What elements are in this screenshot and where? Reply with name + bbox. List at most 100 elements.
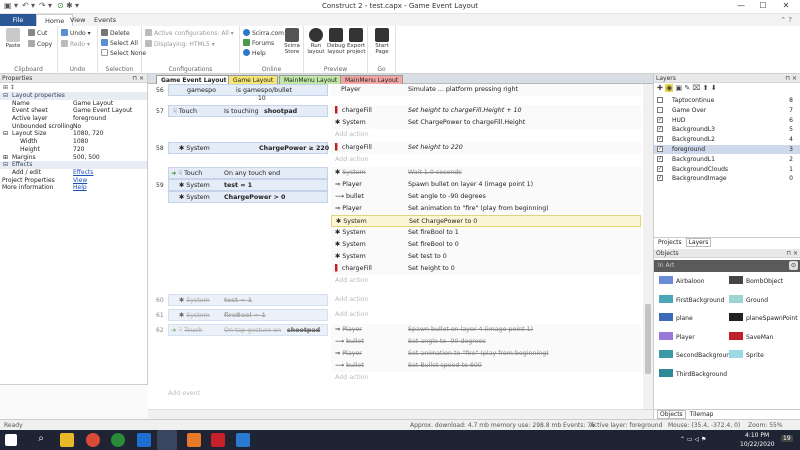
prop-margins[interactable]: ⊞ Margins 500, 500 <box>0 154 147 162</box>
event-59-action-2[interactable]: ⇒ Player Spawn bullet on layer 4 (image p… <box>331 179 641 191</box>
skype-icon[interactable] <box>236 433 250 447</box>
close-button[interactable]: ✕ <box>775 1 797 13</box>
add-action-link[interactable]: Add action <box>331 275 641 287</box>
prop-value[interactable]: Game Layout <box>73 100 113 108</box>
prop-active-layer[interactable]: Active layer foreground <box>0 115 147 123</box>
event-59-action-8[interactable]: ✱ System Set test to 0 <box>331 251 641 263</box>
prop-name[interactable]: Name Game Layout <box>0 100 147 108</box>
event-62-condition[interactable]: ➜ ☟ Touch On tap gesture on shootpad <box>168 324 328 336</box>
object-item[interactable]: Sprite <box>729 350 764 359</box>
layer-visible-checkbox[interactable]: ✓ <box>657 126 663 133</box>
add-action-link[interactable]: Add action <box>331 309 641 321</box>
tab-file[interactable]: File <box>0 14 36 26</box>
clock-date[interactable]: 10/22/2020 <box>740 441 775 448</box>
add-action-link[interactable]: Add action <box>331 372 641 384</box>
event-57-action-2[interactable]: ✱ System Set ChargePower to chargeFill.He… <box>331 117 641 129</box>
layer-visible-checkbox[interactable]: ✓ <box>657 175 663 182</box>
layer-row[interactable]: ✓ foreground 3 <box>654 145 800 154</box>
add-action-link[interactable]: Add action <box>331 294 641 306</box>
event-62-action-3[interactable]: ⇒ Player Set animation to "fire" (play fr… <box>331 348 641 360</box>
undo-button[interactable]: Undo ▾ <box>61 29 91 37</box>
event-61-condition[interactable]: ✱ System fireBool = 1 <box>168 309 328 321</box>
layer-visible-checkbox[interactable]: ✓ <box>657 165 663 172</box>
event-62-action-2[interactable]: ⟶ bullet Set angle to -90 degrees <box>331 336 641 348</box>
prop-width[interactable]: Width 1080 <box>0 138 147 146</box>
prop-value[interactable]: Game Event Layout <box>73 107 132 115</box>
prop-more-info[interactable]: More information Help <box>0 184 147 192</box>
object-item[interactable]: Player <box>659 331 695 341</box>
scroll-thumb[interactable] <box>645 304 651 374</box>
event-58-condition[interactable]: ✱ System ChargePower ≥ 220 <box>168 142 329 154</box>
add-event-link[interactable]: Add event <box>168 388 328 400</box>
object-item[interactable]: Airbaloon <box>659 276 705 285</box>
layer-row[interactable]: Game Over 7 <box>654 106 800 115</box>
prop-unbounded-scrolling[interactable]: Unbounded scrolling No <box>0 123 147 131</box>
layer-visible-checkbox[interactable]: ✓ <box>657 116 663 123</box>
section-effects[interactable]: ⊟ Effects <box>0 161 147 169</box>
layer-row[interactable]: Taptocontinue 8 <box>654 96 800 105</box>
objects-filter[interactable]: In Art ⊙ <box>654 260 800 272</box>
layer-row[interactable]: ✓ BackgroundL1 2 <box>654 155 800 164</box>
event-62-action-4[interactable]: ⟶ bullet Set Bullet speed to 600 <box>331 360 641 372</box>
edge-icon[interactable] <box>137 433 151 447</box>
layer-visible-checkbox[interactable]: ✓ <box>657 136 663 143</box>
tab-projects[interactable]: Projects <box>658 239 682 246</box>
layer-row[interactable]: ✓ BackgroundL3 5 <box>654 125 800 134</box>
event-59-action-3[interactable]: ⟶ bullet Set angle to -90 degrees <box>331 191 641 203</box>
app-icon-2[interactable] <box>111 433 125 447</box>
layer-row[interactable]: ✓ BackgroundL2 4 <box>654 135 800 144</box>
event-59-action-6[interactable]: ✱ System Set fireBool to 1 <box>331 227 641 239</box>
tab-layers[interactable]: Layers <box>685 238 712 247</box>
eye-icon[interactable]: ◉ <box>665 84 674 92</box>
panel-pin-icon[interactable]: ⊓ × <box>785 74 797 83</box>
event-59-action-1[interactable]: ✱ System Wait 1.0 seconds <box>331 167 641 179</box>
app-icon-3[interactable] <box>211 433 225 447</box>
event-60-condition[interactable]: ✱ System test = 1 <box>168 294 328 306</box>
event-59-condition-1[interactable]: ➜ ☟ Touch On any touch end <box>168 167 328 179</box>
maximize-button[interactable]: ☐ <box>752 1 774 13</box>
layer-row[interactable]: ✓ BackgroundClouds 1 <box>654 165 800 174</box>
layer-visible-checkbox[interactable]: ✓ <box>657 155 663 162</box>
delete-button[interactable]: Delete <box>101 29 130 37</box>
prop-layout-size[interactable]: ⊟ Layout Size 1080, 720 <box>0 130 147 138</box>
copy-button[interactable]: Copy <box>28 40 52 48</box>
prop-value[interactable]: foreground <box>73 115 106 123</box>
prop-height[interactable]: Height 720 <box>0 146 147 154</box>
move-down-icon[interactable]: ⬇ <box>711 84 717 92</box>
layer-row[interactable]: ✓ HUD 6 <box>654 116 800 125</box>
construct-icon[interactable] <box>157 430 177 450</box>
object-item[interactable]: BombObject <box>729 276 783 285</box>
forums-link[interactable]: Forums <box>243 39 274 47</box>
cut-button[interactable]: Cut <box>28 29 47 37</box>
event-62-action-1[interactable]: ⇒ Player Spawn bullet on layer 4 (image p… <box>331 324 641 336</box>
tab-objects[interactable]: Objects <box>657 410 686 419</box>
horizontal-scrollbar[interactable] <box>148 409 653 419</box>
prop-event-sheet[interactable]: Event sheet Game Event Layout <box>0 107 147 115</box>
edit-icon[interactable]: ✎ <box>684 84 690 92</box>
panel-pin-icon[interactable]: ⊓ × <box>132 74 144 83</box>
prop-value[interactable]: 720 <box>73 146 84 154</box>
event-59-action-4[interactable]: ⇒ Player Set animation to "fire" (play fr… <box>331 203 641 215</box>
debug-layout-button[interactable]: Debug layout <box>325 28 347 55</box>
help-link-prop[interactable]: Help <box>73 184 87 192</box>
add-action-link[interactable]: Add action <box>331 154 641 166</box>
event-57-action-1[interactable]: ▌ chargeFill Set height to chargeFill.Hei… <box>331 105 641 117</box>
file-explorer-icon[interactable] <box>60 433 74 447</box>
view-link[interactable]: View <box>73 177 87 185</box>
select-all-button[interactable]: Select All <box>101 39 138 47</box>
help-link[interactable]: Help <box>243 49 266 57</box>
start-icon[interactable] <box>5 434 17 446</box>
event-59-action-9[interactable]: ▌ chargeFill Set height to 0 <box>331 263 641 275</box>
search-icon[interactable]: ⌕ <box>34 433 48 447</box>
add-layer-icon[interactable]: ✚ <box>657 84 663 92</box>
redo-button[interactable]: Redo ▾ <box>61 40 90 48</box>
paste-button[interactable]: Paste <box>2 28 24 49</box>
scirra-link[interactable]: Scirra.com <box>243 29 284 37</box>
object-item[interactable]: plane <box>659 313 693 322</box>
vertical-scrollbar[interactable] <box>643 84 653 409</box>
prop-value[interactable]: 1080 <box>73 138 88 146</box>
delete-layer-icon[interactable]: ⌧ <box>692 84 700 92</box>
event-58-action-1[interactable]: ▌ chargeFill Set height to 220 <box>331 142 641 154</box>
tab-mainmenu-layout-2[interactable]: MainMenu Layout <box>340 75 404 84</box>
prop-project-properties[interactable]: Project Properties View <box>0 177 147 185</box>
